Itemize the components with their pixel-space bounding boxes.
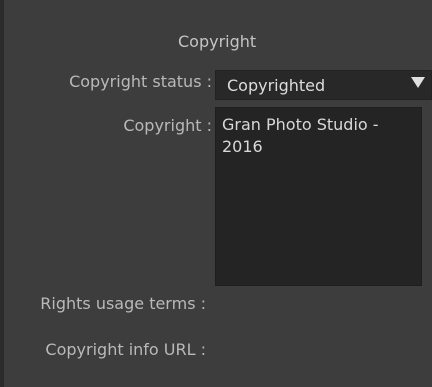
copyright-status-value: Copyrighted xyxy=(227,76,326,95)
copyright-status-label: Copyright status : xyxy=(69,72,212,91)
copyright-textarea[interactable]: Gran Photo Studio - 2016 xyxy=(215,107,422,286)
panel-edge xyxy=(0,0,4,387)
copyright-info-url-label: Copyright info URL : xyxy=(45,340,206,359)
triangle-down-icon[interactable] xyxy=(411,77,425,88)
section-title: Copyright xyxy=(178,32,257,51)
copyright-status-select[interactable]: Copyrighted xyxy=(215,70,432,100)
rights-usage-terms-label: Rights usage terms : xyxy=(40,294,206,313)
copyright-label: Copyright : xyxy=(123,116,212,135)
copyright-panel: Copyright Copyright status : Copyrighted… xyxy=(0,0,432,387)
